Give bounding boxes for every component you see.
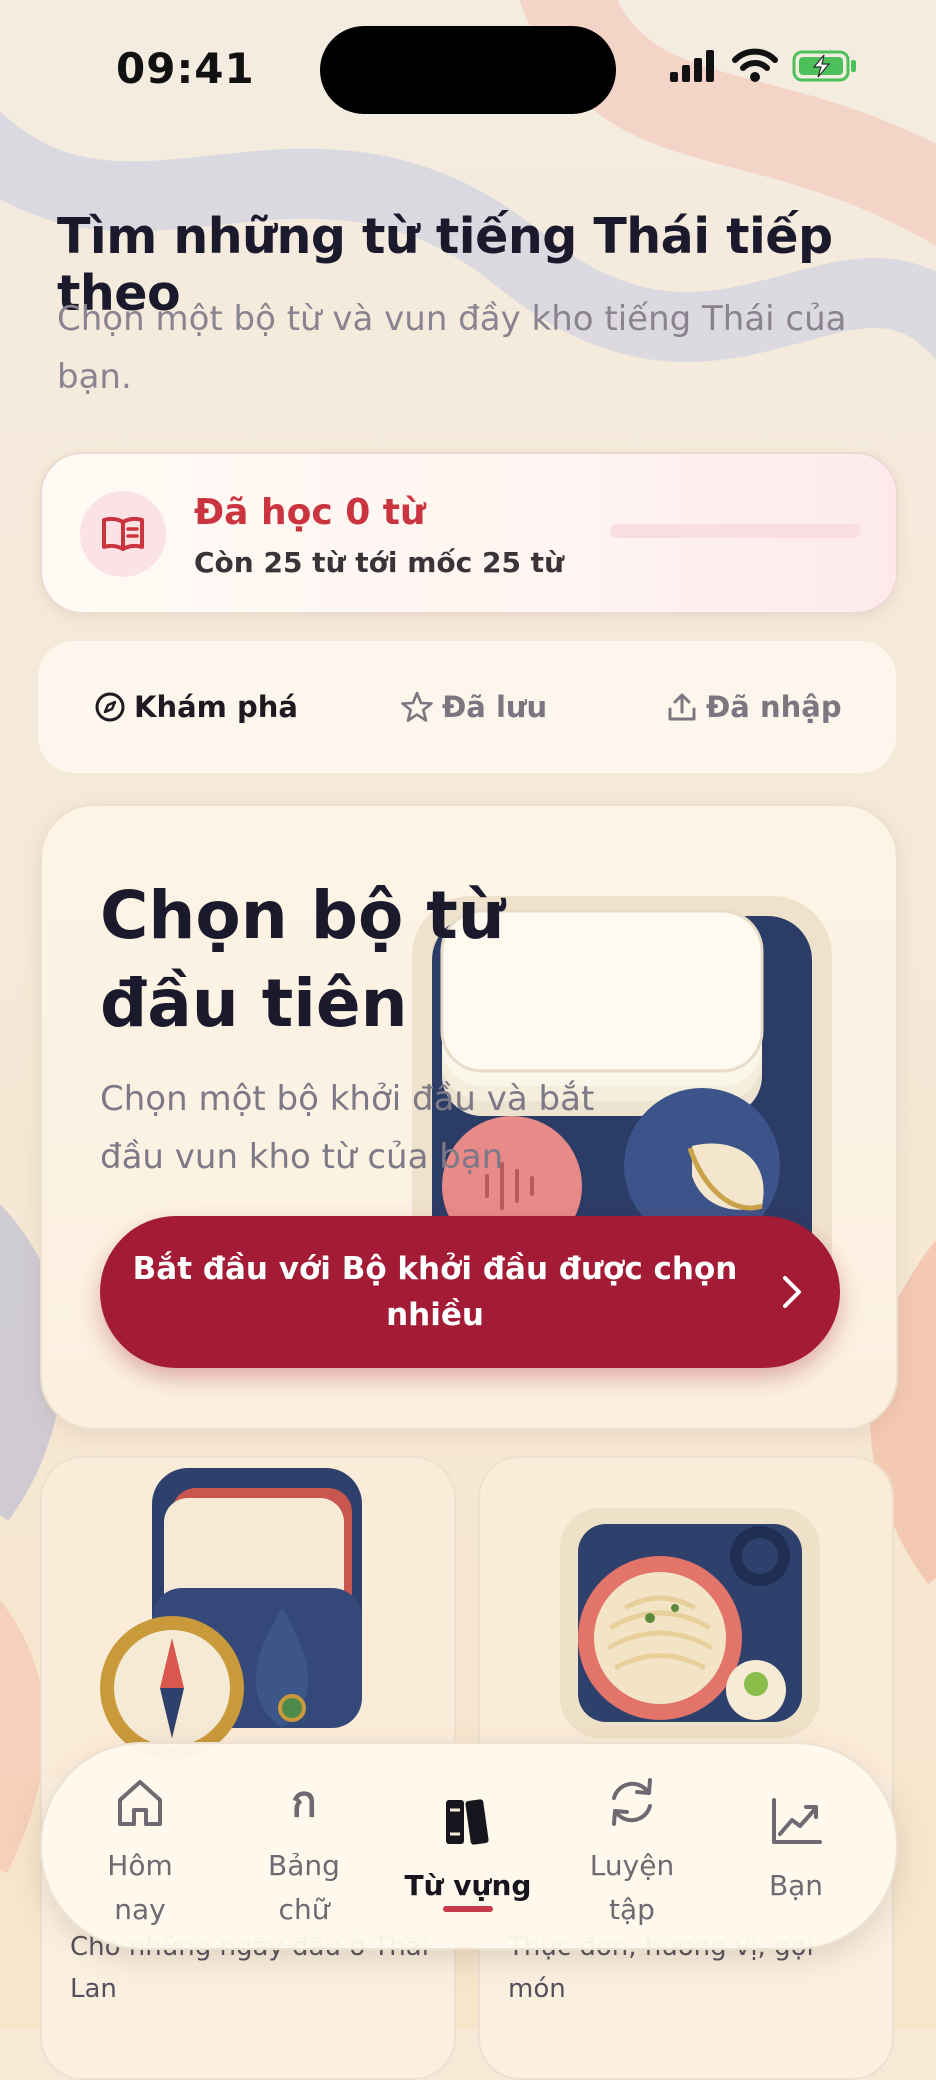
signal-icon [670, 50, 714, 82]
nav-item-you[interactable]: Bạn [716, 1744, 876, 1948]
progress-title: Đã học 0 từ [194, 492, 426, 533]
active-indicator [443, 1906, 493, 1912]
start-popular-deck-button[interactable]: Bắt đầu với Bộ khởi đầu được chọn nhiều [100, 1216, 840, 1368]
noodle-bowl-icon [560, 1508, 820, 1738]
tab-label: Đã nhập [706, 690, 842, 724]
status-time: 09:41 [116, 44, 255, 93]
book-icon [102, 516, 144, 551]
progress-card[interactable]: Đã học 0 từ Còn 25 từ tới mốc 25 từ [40, 452, 898, 614]
deck-image [480, 1458, 892, 1778]
dynamic-island [320, 26, 616, 114]
bottom-nav: Hôm nay ก Bảng chữ Từ vựng Luyện tập Bạn [40, 1742, 898, 1950]
nav-label: Hôm [107, 1849, 173, 1882]
deck-image [42, 1458, 454, 1778]
home-icon [118, 1780, 162, 1826]
book-badge [80, 491, 166, 577]
nav-item-today[interactable]: Hôm nay [60, 1744, 220, 1948]
nav-label: chữ [278, 1893, 330, 1926]
page-subtitle: Chọn một bộ từ và vun đầy kho tiếng Thái… [57, 299, 847, 397]
wifi-icon [732, 48, 778, 82]
chevron-right-icon [783, 1276, 801, 1308]
nav-label: Bạn [768, 1869, 824, 1902]
nav-item-practice[interactable]: Luyện tập [552, 1744, 712, 1948]
progress-bar [610, 524, 860, 538]
books-icon [446, 1799, 489, 1845]
nav-item-alphabet[interactable]: ก Bảng chữ [224, 1744, 384, 1948]
compass-icon [95, 692, 125, 722]
star-icon [401, 691, 433, 722]
battery-icon [792, 50, 856, 82]
tab-saved[interactable]: Đã lưu [400, 681, 547, 733]
chart-icon [772, 1798, 822, 1844]
deck-filter-tabs: Khám phá Đã lưu Đã nhập [38, 641, 896, 773]
nav-label: Bảng [268, 1849, 340, 1882]
nav-label: Luyện [589, 1849, 675, 1882]
upload-icon [668, 693, 696, 721]
hero-subtitle: Chọn một bộ khởi đầu và bắt đầu vun kho … [100, 1079, 595, 1177]
nav-label: tập [609, 1893, 655, 1926]
status-bar: 09:41 [0, 0, 936, 140]
thai-letter-icon: ก [291, 1777, 317, 1826]
refresh-icon [612, 1778, 652, 1826]
tab-label: Khám phá [134, 690, 298, 724]
tab-imported[interactable]: Đã nhập [666, 681, 842, 733]
first-deck-card: Chọn bộ từ đầu tiên Chọn một bộ khởi đầu… [40, 804, 898, 1430]
hero-title-line: Chọn bộ từ [100, 877, 505, 954]
progress-subtitle: Còn 25 từ tới mốc 25 từ [194, 546, 565, 579]
compass-cards-icon [100, 1468, 362, 1760]
tab-discover[interactable]: Khám phá [94, 681, 298, 733]
hero-title: Chọn bộ từ đầu tiên [100, 872, 520, 1048]
hero-title-line: đầu tiên [100, 965, 408, 1042]
tab-label: Đã lưu [442, 690, 548, 724]
nav-label: Từ vựng [404, 1869, 532, 1902]
nav-label: nay [114, 1893, 166, 1926]
button-label: Bắt đầu với Bộ khởi đầu được chọn nhiều [132, 1251, 738, 1333]
nav-item-vocabulary[interactable]: Từ vựng [388, 1744, 548, 1948]
